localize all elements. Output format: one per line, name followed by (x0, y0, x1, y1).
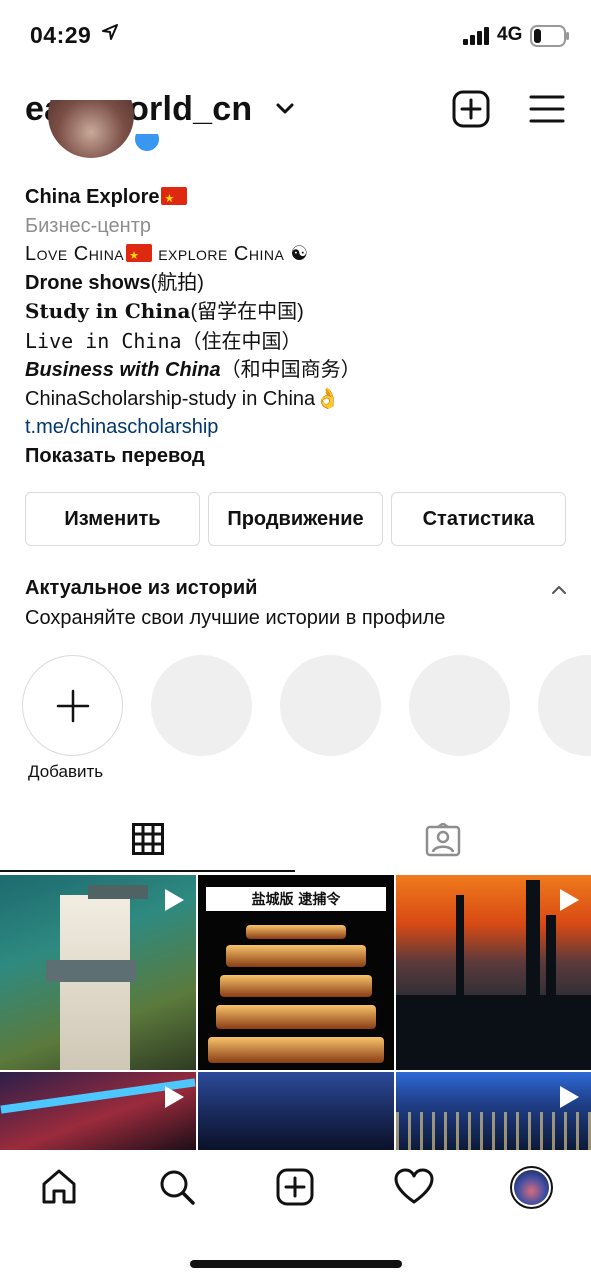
status-time: 04:29 (30, 22, 92, 48)
home-indicator (190, 1260, 402, 1268)
bio-line: ChinaScholarship-study in China👌 (25, 387, 341, 410)
highlight-placeholder (151, 655, 252, 756)
bio-line: Business with China（和中国商务） (25, 359, 361, 381)
highlight-placeholder (538, 655, 591, 756)
signal-bars-icon (463, 27, 489, 45)
play-icon (560, 889, 579, 911)
highlight-placeholder (280, 655, 381, 756)
bio-link[interactable]: t.me/chinascholarship (25, 413, 565, 442)
chevron-up-icon[interactable] (551, 584, 567, 596)
post-thumbnail[interactable] (0, 875, 196, 1070)
create-post-icon[interactable] (276, 1168, 314, 1206)
network-type: 4G (497, 24, 523, 45)
profile-bio: China Explore Бизнес-центр Love China ex… (25, 183, 565, 470)
avatar[interactable] (48, 100, 134, 160)
play-icon (165, 889, 184, 911)
promote-button[interactable]: Продвижение (208, 492, 383, 546)
play-icon (363, 889, 382, 911)
add-highlight-button[interactable] (22, 655, 123, 756)
highlight-placeholder (409, 655, 510, 756)
bio-line: Live in China（住在中国） (25, 328, 302, 353)
insights-button[interactable]: Статистика (391, 492, 566, 546)
highlights-subtitle: Сохраняйте свои лучшие истории в профиле (25, 607, 446, 629)
highlights-title: Актуальное из историй (25, 577, 258, 599)
heart-icon[interactable] (394, 1168, 434, 1206)
battery-low-icon (530, 25, 569, 47)
post-thumbnail[interactable] (396, 875, 591, 1070)
bio-line: Drone shows(航拍) (25, 271, 204, 294)
add-highlight-label: Добавить (28, 762, 104, 781)
add-story-badge[interactable] (132, 134, 162, 156)
china-flag-icon (126, 242, 153, 271)
tab-posts-grid[interactable] (0, 808, 295, 872)
post-thumbnail[interactable] (396, 1072, 591, 1150)
profile-category: Бизнес-центр (25, 214, 151, 237)
new-post-button[interactable] (452, 90, 490, 128)
search-icon[interactable] (158, 1168, 196, 1206)
bio-line: Love China explore China ☯ (25, 240, 565, 271)
hamburger-menu-icon[interactable] (529, 94, 565, 124)
post-thumbnail[interactable]: 盐城版 逮捕令 (198, 875, 394, 1070)
tagged-user-icon (425, 823, 461, 857)
bio-line: Study in China(留学在中国) (25, 299, 304, 323)
grid-icon (131, 823, 164, 855)
tab-tagged[interactable] (295, 808, 591, 872)
profile-avatar[interactable] (510, 1166, 553, 1209)
plus-icon (56, 689, 89, 722)
status-bar: 04:29 4G (0, 0, 591, 70)
post-banner-text: 盐城版 逮捕令 (206, 887, 386, 911)
play-icon (165, 1086, 184, 1108)
play-icon (560, 1086, 579, 1108)
profile-name: China Explore (25, 183, 565, 214)
post-thumbnail[interactable] (198, 1072, 394, 1150)
location-arrow-icon (102, 24, 118, 40)
home-icon[interactable] (40, 1168, 78, 1206)
show-translation-button[interactable]: Показать перевод (25, 442, 565, 471)
post-thumbnail[interactable] (0, 1072, 196, 1150)
edit-profile-button[interactable]: Изменить (25, 492, 200, 546)
china-flag-icon (161, 185, 188, 214)
chevron-down-icon[interactable] (276, 102, 294, 116)
